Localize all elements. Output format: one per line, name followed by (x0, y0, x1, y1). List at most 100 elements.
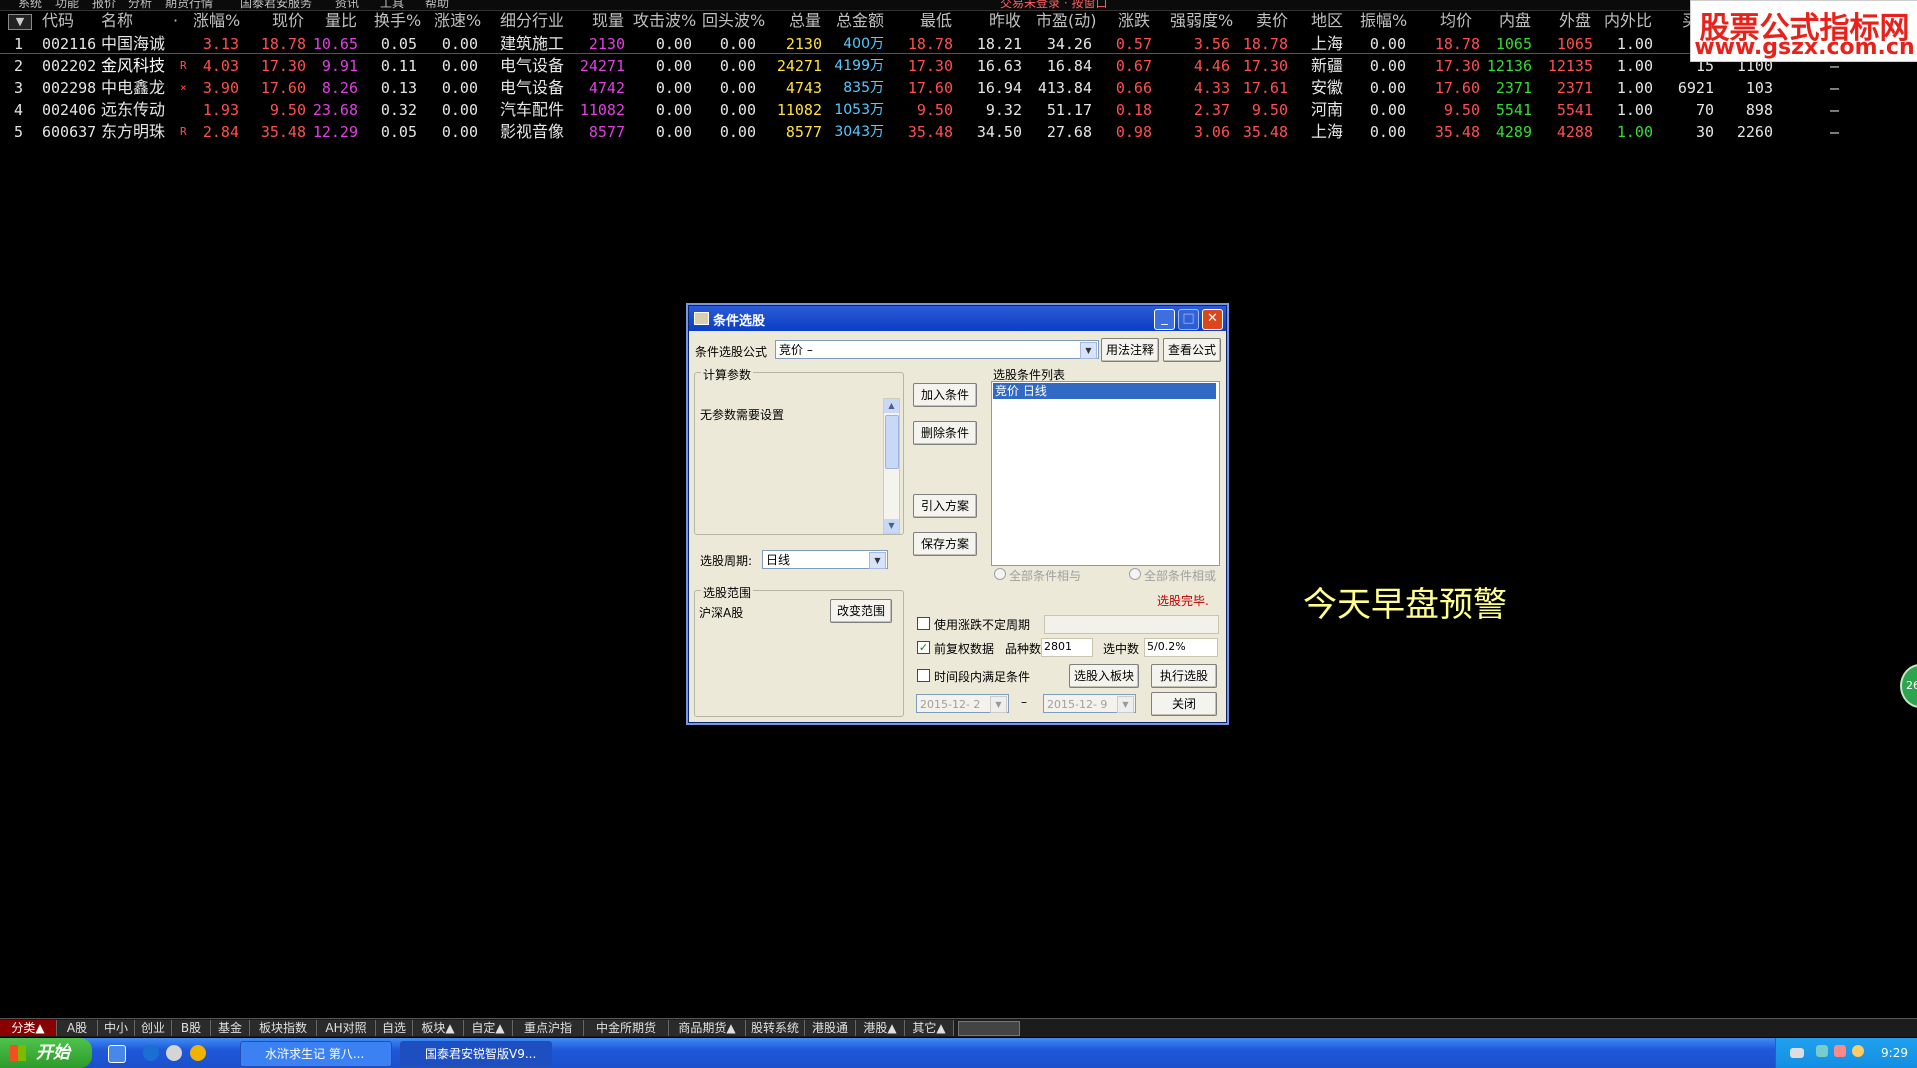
col-header[interactable]: 攻击波% (633, 11, 696, 31)
table-row[interactable]: 1 002116 中国海诚 3.13 18.78 10.65 0.05 0.00 建筑施工 213… (0, 33, 1917, 55)
tab-category[interactable]: 板块▲ (413, 1020, 464, 1036)
col-header[interactable]: 现量 (592, 11, 624, 31)
col-header[interactable]: 涨速% (434, 11, 481, 31)
tab-category[interactable]: 中小 (98, 1020, 135, 1036)
tab-category[interactable]: AH对照 (317, 1020, 376, 1036)
taskbar-task-active[interactable]: 国泰君安锐智版V9... (400, 1041, 552, 1067)
menu-item-system[interactable]: 系统 (18, 0, 42, 10)
table-row[interactable]: 5 600637 东方明珠 R 2.84 35.48 12.29 0.05 0.00 影视音像 85… (0, 121, 1917, 143)
taskbar-task[interactable]: 水浒求生记 第八... (240, 1041, 392, 1067)
date-from-picker[interactable]: 2015-12- 2 ▼ (916, 694, 1009, 713)
col-header[interactable]: 细分行业 (500, 11, 564, 31)
col-header[interactable]: 外盘 (1559, 11, 1591, 31)
col-header[interactable]: 昨收 (989, 11, 1021, 31)
table-row[interactable]: 4 002406 远东传动 1.93 9.50 23.68 0.32 0.00 汽车配件 1108… (0, 99, 1917, 121)
col-header[interactable]: 均价 (1440, 11, 1472, 31)
col-header[interactable]: 涨幅% (193, 11, 240, 31)
col-header[interactable]: 内盘 (1499, 11, 1531, 31)
condition-list[interactable]: 竞价 日线 (991, 381, 1220, 566)
col-header[interactable]: 振幅% (1360, 11, 1407, 31)
tab-category[interactable]: A股 (57, 1020, 98, 1036)
menu-item-service[interactable]: 国泰君安服务 (240, 0, 312, 10)
uncertain-period-checkbox[interactable] (917, 617, 930, 630)
tab-category[interactable]: 基金 (211, 1020, 250, 1036)
menu-item-function[interactable]: 功能 (55, 0, 79, 10)
run-selection-button[interactable]: 执行选股 (1151, 664, 1217, 688)
radio-or[interactable] (1129, 568, 1141, 580)
chevron-down-icon[interactable]: ▼ (869, 552, 886, 569)
keyboard-icon[interactable] (1790, 1048, 1804, 1058)
app-quicklaunch-icon[interactable] (108, 1045, 126, 1063)
menu-item-tools[interactable]: 工具 (380, 0, 404, 10)
menu-item-help[interactable]: 帮助 (425, 0, 449, 10)
formula-select[interactable]: 竞价 – ▼ (775, 340, 1099, 359)
tab-category[interactable]: 商品期货▲ (669, 1020, 746, 1036)
col-header[interactable]: 名称 (101, 11, 133, 31)
time-range-checkbox[interactable] (917, 669, 930, 682)
minimize-icon[interactable]: _ (1154, 309, 1175, 330)
adjusted-data-checkbox[interactable]: ✓ (917, 641, 930, 654)
tab-category[interactable]: 自定▲ (464, 1020, 513, 1036)
date-to-picker[interactable]: 2015-12- 9 ▼ (1043, 694, 1136, 713)
view-formula-button[interactable]: 查看公式 (1163, 338, 1221, 362)
chrome-icon[interactable] (1852, 1045, 1864, 1057)
tab-category[interactable]: 中金所期货 (584, 1020, 669, 1036)
tab-category[interactable]: B股 (172, 1020, 211, 1036)
add-condition-button[interactable]: 加入条件 (913, 383, 977, 407)
user-icon[interactable] (1834, 1045, 1846, 1057)
change-range-button[interactable]: 改变范围 (830, 599, 892, 623)
table-row[interactable]: 2 002202 金风科技 R 4.03 17.30 9.91 0.11 0.00 电气设备 242… (0, 55, 1917, 77)
col-header[interactable]: 卖价 (1256, 11, 1288, 31)
chevron-down-icon[interactable]: ▼ (884, 519, 899, 533)
params-scrollbar[interactable]: ▲ ▼ (883, 398, 900, 534)
col-header[interactable]: 内外比 (1604, 11, 1652, 31)
tab-category[interactable]: 创业 (135, 1020, 172, 1036)
col-header[interactable]: 地区 (1311, 11, 1343, 31)
tab-category[interactable]: 板块指数 (250, 1020, 317, 1036)
menu-item-news[interactable]: 资讯 (335, 0, 359, 10)
tab-category[interactable]: 港股▲ (856, 1020, 905, 1036)
col-header[interactable]: 代码 (42, 11, 74, 31)
chevron-down-icon[interactable]: ▼ (990, 696, 1007, 713)
save-plan-button[interactable]: 保存方案 (913, 532, 977, 556)
dialog-titlebar[interactable]: 条件选股 _ □ ✕ (689, 306, 1226, 331)
delete-condition-button[interactable]: 删除条件 (913, 421, 977, 445)
browser-icon[interactable] (190, 1045, 206, 1061)
ie-icon[interactable] (143, 1045, 159, 1061)
tab-category[interactable]: 重点沪指 (513, 1020, 584, 1036)
header-menu-button[interactable]: ▼ (8, 14, 32, 30)
import-plan-button[interactable]: 引入方案 (913, 494, 977, 518)
tab-category[interactable]: 分类▲ (0, 1020, 57, 1036)
period-select[interactable]: 日线 ▼ (762, 550, 888, 569)
menu-item-analysis[interactable]: 分析 (128, 0, 152, 10)
tab-category[interactable]: 自选 (376, 1020, 413, 1036)
col-header[interactable]: 现价 (272, 11, 304, 31)
col-header[interactable]: 市盈(动) (1036, 11, 1097, 31)
col-header[interactable]: 总金额 (836, 11, 884, 31)
col-header[interactable]: 换手% (374, 11, 421, 31)
network-icon[interactable] (1816, 1045, 1828, 1057)
col-header[interactable]: 回头波% (702, 11, 765, 31)
tabs-scrollbar[interactable] (958, 1021, 1020, 1036)
usage-button[interactable]: 用法注释 (1101, 338, 1159, 362)
col-header[interactable]: 最低 (920, 11, 952, 31)
scroll-thumb[interactable] (885, 415, 899, 469)
menu-item-futures[interactable]: 期货行情 (165, 0, 213, 10)
tab-category[interactable]: 港股通 (805, 1020, 856, 1036)
condition-list-item[interactable]: 竞价 日线 (993, 383, 1216, 399)
tab-category[interactable]: 其它▲ (905, 1020, 954, 1036)
col-header[interactable]: 量比 (325, 11, 357, 31)
chevron-down-icon[interactable]: ▼ (1117, 696, 1134, 713)
radio-and[interactable] (994, 568, 1006, 580)
chevron-down-icon[interactable]: ▼ (1080, 342, 1097, 359)
float-badge[interactable]: 26 (1900, 664, 1917, 708)
table-row[interactable]: 3 002298 中电鑫龙 × 3.90 17.60 8.26 0.13 0.00 电气设备 474… (0, 77, 1917, 99)
close-icon[interactable]: ✕ (1202, 309, 1223, 330)
col-header[interactable]: 总量 (789, 11, 821, 31)
col-header[interactable]: 强弱度% (1170, 11, 1233, 31)
media-icon[interactable] (166, 1045, 182, 1061)
chevron-up-icon[interactable]: ▲ (884, 399, 899, 413)
col-header[interactable]: 涨跌 (1118, 11, 1150, 31)
add-to-block-button[interactable]: 选股入板块 (1069, 664, 1139, 688)
tab-category[interactable]: 股转系统 (746, 1020, 805, 1036)
